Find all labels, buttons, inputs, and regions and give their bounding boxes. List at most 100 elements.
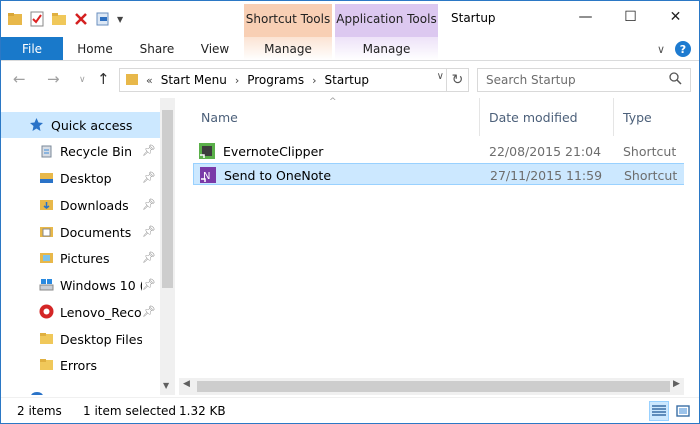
- status-size: 1.32 KB: [179, 404, 226, 418]
- table-row[interactable]: EvernoteClipper 22/08/2015 21:04 Shortcu…: [193, 140, 699, 162]
- nav-item-downloads[interactable]: Downloads 📌︎: [1, 192, 160, 218]
- pictures-folder-icon: [39, 250, 54, 265]
- large-icons-view-button[interactable]: [673, 401, 693, 421]
- breadcrumb-start-menu[interactable]: Start Menu: [161, 73, 227, 87]
- details-view-button[interactable]: [649, 401, 669, 421]
- large-icons-view-icon: [676, 405, 690, 417]
- explorer-window: ▼ Shortcut Tools Application Tools Start…: [0, 0, 700, 424]
- tab-file[interactable]: File: [1, 37, 63, 60]
- maximize-button[interactable]: ☐: [608, 1, 653, 33]
- svg-text:N: N: [203, 171, 210, 182]
- recent-locations-icon[interactable]: ∨: [79, 75, 86, 85]
- nav-scrollbar-thumb[interactable]: [162, 110, 173, 288]
- title-bar: ▼ Shortcut Tools Application Tools Start…: [1, 1, 699, 37]
- file-name: EvernoteClipper: [223, 144, 324, 159]
- desktop-folder-icon: [39, 170, 54, 185]
- file-list: ^ Name Date modified Type EvernoteClippe…: [179, 97, 699, 395]
- rename-icon[interactable]: [95, 11, 111, 27]
- ribbon-tabs: File Home Share View Manage Manage ∨ ?: [1, 37, 699, 61]
- application-tools-header: Application Tools: [335, 4, 438, 37]
- folder-icon: [39, 357, 54, 372]
- help-icon[interactable]: ?: [675, 41, 691, 57]
- tab-share[interactable]: Share: [131, 37, 183, 60]
- nav-item-quick-access[interactable]: Quick access: [1, 112, 160, 138]
- nav-item-onedrive-partial[interactable]: [1, 381, 160, 395]
- back-icon[interactable]: ←: [13, 70, 26, 88]
- scroll-down-icon[interactable]: ▼: [163, 381, 169, 390]
- star-icon: [29, 117, 44, 132]
- expand-ribbon-icon[interactable]: ∨: [657, 43, 665, 56]
- properties-icon[interactable]: [29, 11, 45, 27]
- search-icon: [669, 72, 682, 88]
- window-title: Startup: [451, 11, 496, 25]
- pin-icon: 📌︎: [142, 305, 156, 318]
- chevron-down-icon[interactable]: ▼: [117, 11, 125, 27]
- up-icon[interactable]: ↑: [97, 70, 110, 88]
- folder-icon: [126, 72, 138, 89]
- forward-icon[interactable]: →: [47, 70, 60, 88]
- nav-item-pictures[interactable]: Pictures 📌︎: [1, 245, 160, 271]
- pin-icon: 📌︎: [142, 251, 156, 264]
- pin-icon: 📌︎: [142, 144, 156, 157]
- address-bar-row: ← → ∨ ↑ « Start Menu › Programs › Startu…: [1, 62, 699, 98]
- tab-manage-shortcut[interactable]: Manage: [244, 37, 332, 60]
- column-divider[interactable]: [613, 98, 614, 136]
- pin-icon: 📌︎: [142, 198, 156, 211]
- downloads-folder-icon: [39, 197, 54, 212]
- evernote-shortcut-icon: [199, 143, 215, 159]
- tab-home[interactable]: Home: [69, 37, 121, 60]
- quick-access-toolbar: ▼: [7, 9, 131, 29]
- folder-icon: [7, 11, 23, 27]
- file-name: Send to OneNote: [224, 168, 332, 183]
- pin-icon: 📌︎: [142, 278, 156, 291]
- breadcrumb-overflow[interactable]: «: [146, 74, 153, 87]
- search-input[interactable]: Search Startup: [477, 68, 691, 92]
- navigation-pane: Quick access Recycle Bin 📌︎ Desktop 📌︎ D…: [1, 98, 176, 395]
- column-header-date[interactable]: Date modified: [489, 110, 578, 125]
- horizontal-scrollbar-thumb[interactable]: [197, 381, 670, 392]
- lenovo-drive-icon: [39, 304, 54, 319]
- table-row-selected[interactable]: N Send to OneNote 27/11/2015 11:59 Short…: [193, 163, 699, 185]
- column-divider[interactable]: [479, 98, 480, 136]
- details-view-icon: [652, 405, 666, 416]
- content-horizontal-scrollbar[interactable]: ◀ ▶: [179, 378, 684, 395]
- file-date: 27/11/2015 11:59: [490, 168, 603, 183]
- delete-icon[interactable]: [73, 11, 89, 27]
- address-bar[interactable]: « Start Menu › Programs › Startup ∨ ↻: [119, 68, 469, 92]
- nav-item-documents[interactable]: Documents 📌︎: [1, 219, 160, 245]
- tab-view[interactable]: View: [189, 37, 241, 60]
- column-header-type[interactable]: Type: [623, 110, 652, 125]
- status-selection: 1 item selected: [83, 404, 177, 418]
- file-type: Shortcut: [623, 144, 677, 159]
- breadcrumb-chevron-icon: ›: [312, 73, 317, 87]
- nav-scrollbar[interactable]: ▼: [160, 98, 175, 395]
- nav-item-desktop[interactable]: Desktop 📌︎: [1, 165, 160, 191]
- nav-item-recycle-bin[interactable]: Recycle Bin 📌︎: [1, 138, 160, 164]
- drive-icon: [39, 277, 54, 292]
- cloud-icon: [29, 386, 44, 395]
- pin-icon: 📌︎: [142, 225, 156, 238]
- nav-item-errors[interactable]: Errors: [1, 352, 160, 378]
- folder-icon: [39, 331, 54, 346]
- scroll-right-icon[interactable]: ▶: [673, 379, 680, 389]
- breadcrumb-chevron-icon: ›: [234, 73, 240, 87]
- address-dropdown-icon[interactable]: ∨: [437, 71, 444, 82]
- sort-caret-icon: ^: [329, 97, 337, 107]
- documents-folder-icon: [39, 224, 54, 239]
- shortcut-tools-header: Shortcut Tools: [244, 4, 332, 37]
- breadcrumb-startup[interactable]: Startup: [325, 73, 370, 87]
- nav-item-desktop-files[interactable]: Desktop Files: [1, 326, 160, 352]
- scroll-left-icon[interactable]: ◀: [183, 379, 190, 389]
- nav-item-lenovo-recovery[interactable]: Lenovo_Recov 📌︎: [1, 299, 160, 325]
- recycle-bin-icon: [39, 143, 54, 158]
- tab-manage-application[interactable]: Manage: [335, 37, 438, 60]
- new-folder-icon[interactable]: [51, 11, 67, 27]
- search-placeholder: Search Startup: [486, 73, 576, 87]
- nav-item-windows-10[interactable]: Windows 10 ( 📌︎: [1, 272, 160, 298]
- column-header-name[interactable]: Name: [201, 110, 238, 125]
- minimize-button[interactable]: —: [563, 1, 608, 33]
- breadcrumb-programs[interactable]: Programs: [247, 73, 304, 87]
- refresh-icon[interactable]: ↻: [446, 69, 468, 91]
- content-vertical-scrollbar[interactable]: [684, 98, 699, 378]
- close-button[interactable]: ✕: [653, 1, 698, 33]
